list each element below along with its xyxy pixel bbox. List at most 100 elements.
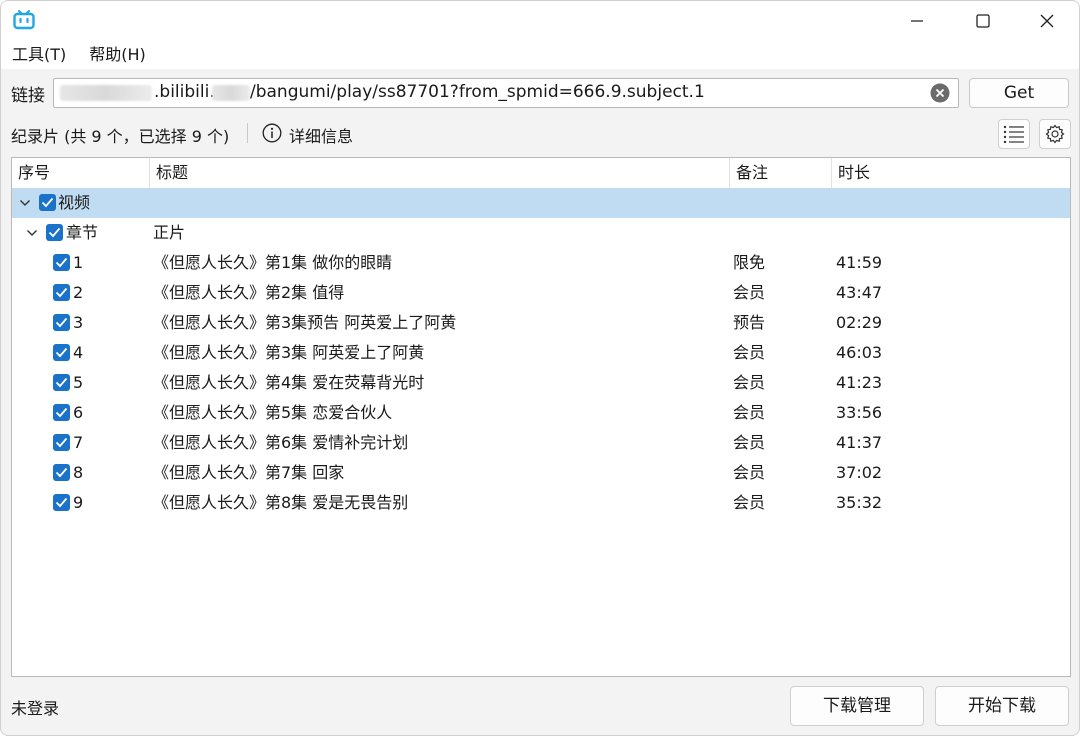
tree-section-chapter[interactable]: 章节 正片: [12, 218, 1070, 248]
bilibili-tv-icon: [13, 10, 35, 30]
row-index: 4: [73, 343, 84, 362]
column-header-title[interactable]: 标题: [150, 158, 730, 188]
row-title: 《但愿人长久》第6集 爱情补完计划: [153, 433, 409, 452]
chevron-down-icon[interactable]: [26, 227, 38, 239]
row-index: 3: [73, 313, 84, 332]
info-row: 纪录片 (共 9 个，已选择 9 个) 详细信息: [1, 117, 1079, 151]
row-note: 限免: [733, 253, 766, 272]
start-download-button[interactable]: 开始下载: [935, 686, 1069, 726]
row-index: 6: [73, 403, 84, 422]
maximize-icon: [976, 14, 990, 28]
row-index: 9: [73, 493, 84, 512]
row-checkbox[interactable]: [53, 464, 70, 481]
row-note: 预告: [733, 313, 766, 332]
row-note: 会员: [733, 433, 766, 452]
row-note: 会员: [733, 403, 766, 422]
row-checkbox[interactable]: [53, 344, 70, 361]
row-index: 5: [73, 373, 84, 392]
table-row[interactable]: 8 《但愿人长久》第7集 回家 会员 37:02: [12, 458, 1070, 488]
row-checkbox[interactable]: [53, 404, 70, 421]
info-icon[interactable]: [262, 123, 282, 143]
settings-button[interactable]: [1039, 119, 1071, 149]
row-title: 《但愿人长久》第3集预告 阿英爱上了阿黄: [153, 313, 457, 332]
section-label: 章节: [66, 223, 99, 242]
row-note: 会员: [733, 343, 766, 362]
row-checkbox[interactable]: [53, 434, 70, 451]
table-row[interactable]: 1 《但愿人长久》第1集 做你的眼睛 限免 41:59: [12, 248, 1070, 278]
row-checkbox[interactable]: [53, 314, 70, 331]
menu-tools[interactable]: 工具(T): [1, 41, 78, 69]
table-row[interactable]: 9 《但愿人长久》第8集 爱是无畏告别 会员 35:32: [12, 488, 1070, 518]
table-header: 序号 标题 备注 时长: [12, 158, 1070, 189]
row-title: 《但愿人长久》第3集 阿英爱上了阿黄: [153, 343, 425, 362]
row-duration: 41:37: [836, 433, 883, 452]
selection-summary: 纪录片 (共 9 个，已选择 9 个): [11, 127, 230, 146]
section-checkbox[interactable]: [46, 224, 63, 241]
episode-table: 序号 标题 备注 时长 视频 章节 正片 1 《但愿人长久》第1集 做你的眼睛 …: [11, 157, 1071, 677]
column-header-index[interactable]: 序号: [12, 158, 150, 188]
group-checkbox[interactable]: [39, 194, 56, 211]
row-note: 会员: [733, 493, 766, 512]
list-view-button[interactable]: [998, 119, 1030, 149]
row-index: 1: [73, 253, 84, 272]
list-icon: [1003, 125, 1024, 143]
row-duration: 35:32: [836, 493, 883, 512]
download-manager-button[interactable]: 下载管理: [790, 686, 924, 726]
row-duration: 43:47: [836, 283, 883, 302]
url-input[interactable]: .bilibili. /bangumi/play/ss87701?from_sp…: [53, 78, 959, 108]
minimize-button[interactable]: [885, 1, 949, 41]
row-duration: 41:59: [836, 253, 883, 272]
row-duration: 37:02: [836, 463, 883, 482]
row-title: 《但愿人长久》第4集 爱在荧幕背光时: [153, 373, 425, 392]
menu-bar: 工具(T) 帮助(H): [1, 41, 1079, 69]
minimize-icon: [911, 20, 923, 22]
row-duration: 02:29: [836, 313, 883, 332]
url-redacted-tld: [212, 85, 250, 101]
chevron-down-icon[interactable]: [19, 197, 31, 209]
row-duration: 41:23: [836, 373, 883, 392]
url-row: 链接 .bilibili. /bangumi/play/ss87701?from…: [1, 69, 1079, 117]
table-row[interactable]: 5 《但愿人长久》第4集 爱在荧幕背光时 会员 41:23: [12, 368, 1070, 398]
row-title: 《但愿人长久》第5集 恋爱合伙人: [153, 403, 393, 422]
section-title: 正片: [153, 223, 186, 242]
gear-icon: [1045, 124, 1065, 144]
row-checkbox[interactable]: [53, 254, 70, 271]
column-header-duration[interactable]: 时长: [832, 158, 1070, 188]
column-header-note[interactable]: 备注: [730, 158, 832, 188]
detail-info-link[interactable]: 详细信息: [289, 123, 353, 147]
tree-group-video[interactable]: 视频: [12, 188, 1070, 218]
url-redacted-part: [60, 85, 152, 101]
divider: [247, 123, 248, 143]
get-button[interactable]: Get: [969, 78, 1069, 108]
table-row[interactable]: 6 《但愿人长久》第5集 恋爱合伙人 会员 33:56: [12, 398, 1070, 428]
row-index: 7: [73, 433, 84, 452]
row-index: 8: [73, 463, 84, 482]
row-checkbox[interactable]: [53, 494, 70, 511]
app-window: 工具(T) 帮助(H) 链接 .bilibili. /bangumi/play/…: [0, 0, 1080, 736]
row-index: 2: [73, 283, 84, 302]
row-checkbox[interactable]: [53, 374, 70, 391]
row-title: 《但愿人长久》第7集 回家: [153, 463, 345, 482]
url-text-domain: .bilibili.: [154, 82, 215, 102]
clear-input-icon[interactable]: [930, 83, 950, 103]
menu-help[interactable]: 帮助(H): [78, 41, 158, 69]
table-row[interactable]: 7 《但愿人长久》第6集 爱情补完计划 会员 41:37: [12, 428, 1070, 458]
table-row[interactable]: 4 《但愿人长久》第3集 阿英爱上了阿黄 会员 46:03: [12, 338, 1070, 368]
maximize-button[interactable]: [951, 1, 1015, 41]
row-duration: 46:03: [836, 343, 883, 362]
title-bar: [1, 1, 1079, 41]
table-row[interactable]: 2 《但愿人长久》第2集 值得 会员 43:47: [12, 278, 1070, 308]
row-checkbox[interactable]: [53, 284, 70, 301]
login-status: 未登录: [11, 699, 60, 718]
row-title: 《但愿人长久》第2集 值得: [153, 283, 345, 302]
group-label: 视频: [58, 193, 91, 212]
close-button[interactable]: [1015, 1, 1079, 41]
url-label: 链接: [11, 86, 45, 106]
close-icon: [1040, 14, 1054, 28]
row-note: 会员: [733, 283, 766, 302]
row-note: 会员: [733, 373, 766, 392]
row-duration: 33:56: [836, 403, 883, 422]
row-title: 《但愿人长久》第1集 做你的眼睛: [153, 253, 393, 272]
url-text-path: /bangumi/play/ss87701?from_spmid=666.9.s…: [250, 82, 705, 102]
table-row[interactable]: 3 《但愿人长久》第3集预告 阿英爱上了阿黄 预告 02:29: [12, 308, 1070, 338]
